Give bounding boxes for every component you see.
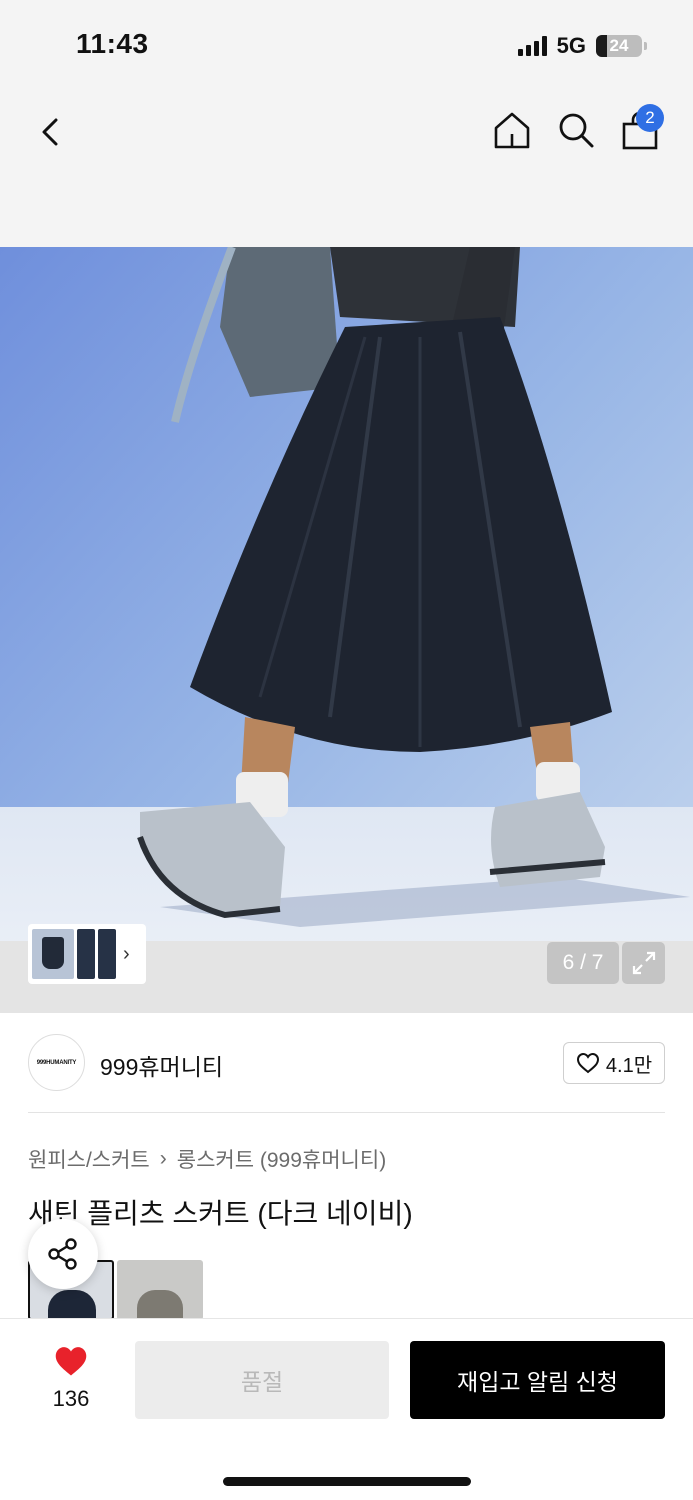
divider: [28, 1112, 665, 1113]
brand-name[interactable]: 999휴머니티: [100, 1048, 223, 1082]
brand-like-count: 4.1만: [605, 1054, 653, 1077]
home-icon[interactable]: [492, 110, 532, 150]
wishlist-count: 136: [52, 1386, 90, 1411]
search-icon[interactable]: [556, 110, 596, 150]
color-option-gray[interactable]: [117, 1260, 203, 1320]
breadcrumb-subcategory[interactable]: 롱스커트 (999휴머니티): [177, 1144, 386, 1174]
product-photo-illustration: [0, 247, 693, 1013]
brand-row[interactable]: 999HUMANITY 999휴머니티 4.1만: [28, 1034, 665, 1092]
brand-like-button[interactable]: 4.1만: [563, 1042, 665, 1084]
restock-alert-button[interactable]: 재입고 알림 신청: [410, 1341, 665, 1419]
status-time: 11:43: [76, 28, 149, 59]
heart-filled-icon: [55, 1347, 87, 1376]
image-counter: 6 / 7: [547, 942, 619, 984]
wishlist-button[interactable]: 136: [36, 1345, 106, 1412]
thumbnail-image[interactable]: [98, 929, 116, 979]
product-image[interactable]: [0, 247, 693, 1013]
battery-level: 24: [609, 36, 629, 55]
thumbnail-image[interactable]: [77, 929, 95, 979]
brand-logo[interactable]: 999HUMANITY: [28, 1034, 85, 1091]
status-indicators: 5G 24: [517, 33, 647, 59]
soldout-button: 품절: [135, 1341, 389, 1419]
home-indicator: [223, 1477, 471, 1486]
breadcrumb-separator-icon: ›: [159, 1147, 167, 1170]
product-title: 새틴 플리츠 스커트 (다크 네이비): [28, 1198, 413, 1229]
network-type: 5G: [556, 33, 586, 58]
signal-icon: [517, 36, 547, 56]
status-bar: 11:43 5G 24: [0, 0, 693, 90]
battery-tip: [644, 42, 647, 50]
gallery-thumbnail-strip[interactable]: ›: [28, 924, 146, 984]
share-icon: [48, 1238, 77, 1270]
battery-icon: 24: [596, 35, 642, 57]
breadcrumb-category[interactable]: 원피스/스커트: [28, 1144, 150, 1174]
share-button[interactable]: [28, 1219, 98, 1289]
chevron-right-icon: ›: [123, 942, 130, 965]
heart-outline-icon: [576, 1052, 599, 1074]
breadcrumb: 원피스/스커트 › 롱스커트 (999휴머니티): [28, 1144, 386, 1174]
cart-count-badge: 2: [636, 104, 664, 132]
chevron-left-icon[interactable]: [36, 112, 66, 152]
bottom-action-bar: 136 품절 재입고 알림 신청: [0, 1318, 693, 1500]
navigation-bar: [0, 90, 693, 247]
expand-icon[interactable]: [622, 942, 665, 984]
thumbnail-image[interactable]: [32, 929, 74, 979]
